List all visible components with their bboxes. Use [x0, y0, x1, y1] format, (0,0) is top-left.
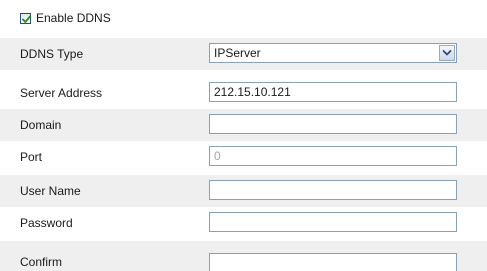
user-name-label: User Name: [20, 184, 81, 198]
ddns-type-row: DDNS Type IPServer: [0, 38, 487, 70]
ddns-settings-panel: Enable DDNS DDNS Type IPServer Server Ad…: [0, 0, 487, 271]
password-label: Password: [20, 216, 73, 230]
ddns-type-selected-value: IPServer: [214, 46, 261, 60]
enable-ddns-row[interactable]: Enable DDNS: [20, 10, 111, 26]
server-address-label: Server Address: [20, 86, 103, 100]
password-row: Password: [0, 207, 487, 239]
server-address-row: Server Address 212.15.10.121: [0, 77, 487, 109]
port-row: Port 0: [0, 141, 487, 173]
user-name-input[interactable]: [209, 180, 457, 200]
password-input[interactable]: [209, 212, 457, 232]
domain-label: Domain: [20, 118, 62, 132]
server-address-input[interactable]: 212.15.10.121: [209, 82, 457, 102]
domain-row: Domain: [0, 109, 487, 141]
domain-input[interactable]: [209, 114, 457, 134]
confirm-row: Confirm: [0, 241, 487, 271]
chevron-down-icon: [442, 50, 452, 56]
port-label: Port: [20, 150, 43, 164]
dropdown-arrow-button[interactable]: [439, 45, 455, 61]
ddns-type-select[interactable]: IPServer: [209, 43, 457, 63]
confirm-label: Confirm: [20, 255, 63, 269]
confirm-password-input[interactable]: [209, 253, 457, 271]
user-name-row: User Name: [0, 175, 487, 207]
port-input[interactable]: 0: [209, 146, 457, 166]
ddns-type-label: DDNS Type: [20, 47, 84, 61]
enable-ddns-label: Enable DDNS: [36, 11, 111, 25]
enable-ddns-checkbox[interactable]: [20, 12, 31, 24]
checkmark-icon: [22, 15, 31, 23]
